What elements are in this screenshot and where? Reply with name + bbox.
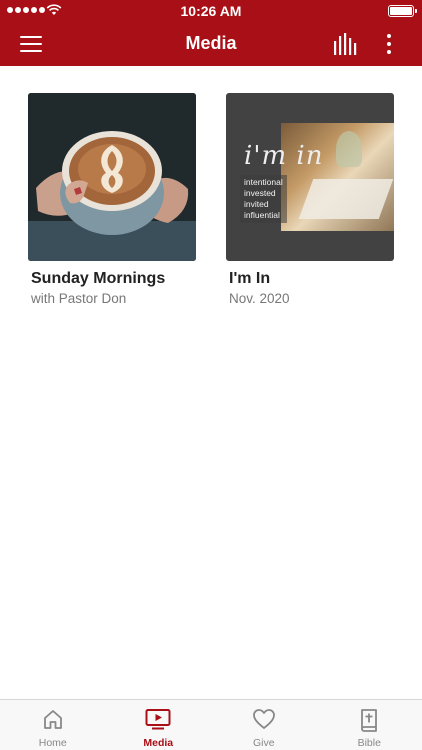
navigation-bar: Media (0, 22, 422, 66)
home-icon (43, 710, 62, 729)
audio-levels-icon[interactable] (332, 33, 358, 55)
card-subtitle: Nov. 2020 (229, 291, 290, 306)
tab-bible[interactable]: Bible (317, 700, 422, 750)
battery-icon (388, 5, 417, 17)
tab-label: Give (252, 737, 275, 749)
im-in-logo: i'm in (244, 141, 324, 171)
media-content: Sunday Mornings with Pastor Don i'm in i… (0, 66, 422, 698)
more-options-button[interactable] (380, 32, 400, 56)
plant-shape (336, 131, 362, 167)
status-time: 10:26 AM (180, 3, 242, 19)
keyword: influential (244, 210, 280, 220)
tab-give[interactable]: Give (211, 700, 317, 750)
keyword: intentional (244, 177, 283, 187)
status-bar: 10:26 AM (0, 0, 422, 22)
bible-icon (361, 709, 378, 732)
book-shape (298, 179, 394, 219)
series-card-im-in[interactable]: i'm in intentional invested invited infl… (226, 93, 394, 306)
im-in-series-image: i'm in intentional invested invited infl… (226, 93, 394, 261)
latte-art-coffee-image (28, 93, 196, 261)
tab-bar: Home Media Give Bible (0, 699, 422, 750)
series-keywords: intentional invested invited influential (240, 175, 287, 223)
play-icon (145, 709, 171, 730)
heart-icon (252, 709, 275, 729)
tab-media[interactable]: Media (106, 700, 212, 750)
tab-home[interactable]: Home (0, 700, 106, 750)
tab-label: Home (38, 737, 67, 749)
tab-label: Bible (357, 737, 381, 749)
page-title: Media (185, 33, 237, 53)
card-title: Sunday Mornings (31, 270, 166, 287)
card-subtitle: with Pastor Don (31, 291, 127, 306)
series-card-sunday-mornings[interactable]: Sunday Mornings with Pastor Don (28, 93, 196, 306)
card-title: I'm In (229, 270, 271, 287)
keyword: invested (244, 188, 276, 198)
keyword: invited (244, 199, 269, 209)
tab-label: Media (143, 737, 174, 749)
